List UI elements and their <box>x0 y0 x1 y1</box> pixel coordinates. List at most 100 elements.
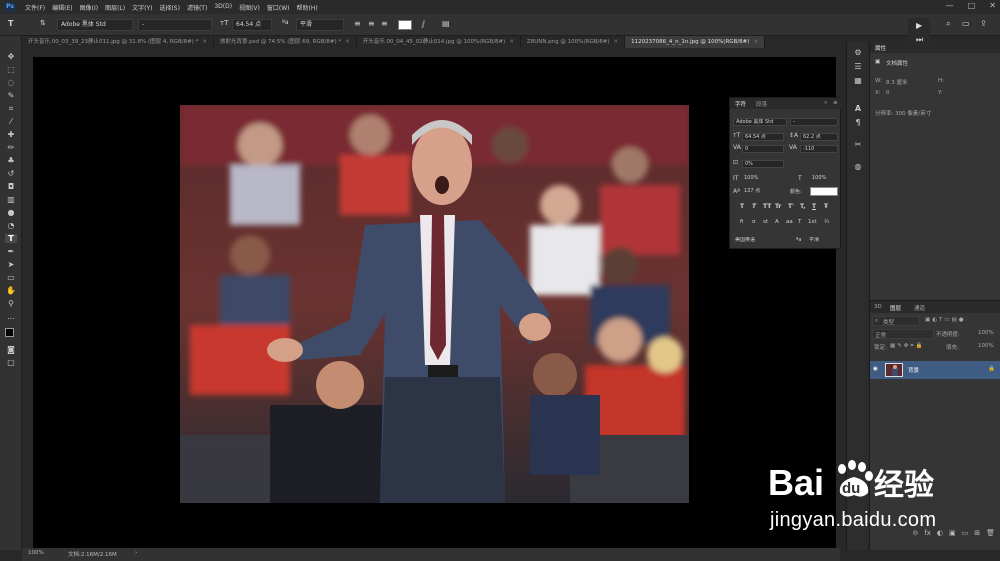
char-leading-select[interactable]: 62.2 点 <box>800 133 838 141</box>
properties-title[interactable]: 属性 <box>875 44 886 52</box>
x-value[interactable]: 0 <box>886 90 890 96</box>
share-icon[interactable]: ⇪ <box>980 19 987 28</box>
clone-stamp-tool-icon[interactable]: ♣ <box>5 156 17 165</box>
char-tsume-select[interactable]: 0% <box>742 160 784 168</box>
zoom-level[interactable]: 100% <box>28 550 44 556</box>
lock-icons[interactable]: ▦✎✥⌗🔒 <box>890 343 924 350</box>
char-font-size-select[interactable]: 64.54 点 <box>742 133 784 141</box>
document-tab[interactable]: Z8UNN.png @ 100%(RGB/8#) ✕ <box>521 36 626 48</box>
tab-3d[interactable]: 3D <box>874 304 882 310</box>
font-style-select[interactable]: - <box>138 19 212 31</box>
new-group-icon[interactable]: ▭ <box>962 529 969 543</box>
healing-brush-tool-icon[interactable]: ✚ <box>5 130 17 139</box>
close-button[interactable]: ✕ <box>989 1 996 10</box>
char-vscale-field[interactable]: 100% <box>742 175 772 183</box>
oldstyle-button[interactable]: σ <box>752 219 756 225</box>
collapse-icon[interactable]: » <box>824 100 827 106</box>
menu-file[interactable]: 文件(F) <box>25 3 45 12</box>
char-antialias-select[interactable]: 平滑 <box>807 237 838 245</box>
menu-layer[interactable]: 图层(L) <box>105 3 125 12</box>
warp-text-icon[interactable]: ⅉ <box>422 19 425 28</box>
status-arrow-icon[interactable]: › <box>135 550 137 556</box>
tab-paragraph[interactable]: 段落 <box>756 100 767 108</box>
layer-filter-icons[interactable]: ▣◐T▭▤● <box>925 317 966 323</box>
blend-mode-select[interactable]: 正常 <box>872 329 934 339</box>
char-kerning-select[interactable]: 0 <box>742 145 784 153</box>
layer-name[interactable]: 背景 <box>908 366 919 374</box>
delete-layer-icon[interactable]: 🗑 <box>986 529 995 543</box>
tab-character[interactable]: 字符 <box>735 100 746 108</box>
dodge-tool-icon[interactable]: ◔ <box>5 221 17 230</box>
font-size-select[interactable]: 64.54 点 <box>232 19 272 31</box>
new-layer-icon[interactable]: ⊞ <box>974 529 980 543</box>
menu-filter[interactable]: 滤镜(T) <box>187 3 207 12</box>
doc-size[interactable]: 文档:2.16M/2.16M <box>68 550 117 558</box>
width-value[interactable]: 8.3 厘米 <box>886 78 908 86</box>
menu-image[interactable]: 图像(I) <box>80 3 98 12</box>
marquee-tool-icon[interactable]: ⬚ <box>5 65 17 74</box>
antialias-select[interactable]: 平滑 <box>296 19 344 31</box>
text-color-swatch[interactable] <box>398 20 412 30</box>
maximize-button[interactable]: □ <box>968 1 976 10</box>
text-orientation-icon[interactable]: ⇅ <box>40 19 46 27</box>
eraser-tool-icon[interactable]: ◘ <box>5 182 17 191</box>
align-right-icon[interactable]: ≡ <box>381 19 388 28</box>
layer-mask-icon[interactable]: ▣ <box>949 529 956 543</box>
swash-button[interactable]: A <box>775 219 779 225</box>
stylistic-button[interactable]: aa <box>786 219 793 225</box>
type-tool-icon[interactable]: T <box>5 234 17 243</box>
superscript-button[interactable]: T' <box>788 203 794 210</box>
char-tracking-select[interactable]: -110 <box>800 145 838 153</box>
menu-type[interactable]: 文字(Y) <box>132 3 152 12</box>
menu-select[interactable]: 选择(S) <box>159 3 180 12</box>
history-panel-icon[interactable]: ⚙ <box>852 48 864 58</box>
panel-menu-icon[interactable]: ≡ <box>833 100 838 106</box>
history-brush-tool-icon[interactable]: ↺ <box>5 169 17 178</box>
fraction-button[interactable]: ½ <box>824 219 829 225</box>
quick-select-tool-icon[interactable]: ✎ <box>5 91 17 100</box>
screen-mode-icon[interactable]: ▢ <box>5 358 17 367</box>
fill-value[interactable]: 100% <box>978 343 994 349</box>
underline-button[interactable]: T <box>812 203 816 210</box>
visibility-eye-icon[interactable]: ◉ <box>873 366 878 372</box>
font-family-select[interactable]: Adobe 黑体 Std <box>57 19 133 31</box>
lasso-tool-icon[interactable]: ◌ <box>5 78 17 87</box>
disc-lig-button[interactable]: st <box>763 219 768 225</box>
char-baseline-field[interactable]: 137 点 <box>742 188 772 196</box>
faux-bold-button[interactable]: T <box>740 203 744 210</box>
layer-row-background[interactable]: ◉ 背景 🔒 <box>870 361 1000 379</box>
opacity-value[interactable]: 100% <box>978 330 994 336</box>
document-tab[interactable]: 开头音乐.00_03_39_23静止011.jpg @ 31.8% (图层 4,… <box>22 36 214 48</box>
align-left-icon[interactable]: ≡ <box>354 19 361 28</box>
char-font-style-select[interactable]: - <box>790 118 838 126</box>
hand-tool-icon[interactable]: ✋ <box>5 286 17 295</box>
more-tools-icon[interactable]: … <box>5 312 17 321</box>
all-caps-button[interactable]: TT <box>763 203 771 210</box>
move-tool-icon[interactable]: ✥ <box>5 52 17 61</box>
type-tool-preset-icon[interactable]: T <box>8 19 13 28</box>
character-panel-icon[interactable]: A <box>852 104 864 114</box>
minimize-button[interactable]: — <box>946 1 954 10</box>
char-color-swatch[interactable] <box>810 187 838 196</box>
menu-edit[interactable]: 编辑(E) <box>52 3 72 12</box>
properties-panel-icon[interactable]: ▦ <box>852 76 864 86</box>
menu-3d[interactable]: 3D(D) <box>214 3 232 12</box>
blur-tool-icon[interactable]: ● <box>5 208 17 217</box>
foreground-color-swatch[interactable] <box>5 328 14 337</box>
shape-tool-icon[interactable]: ▭ <box>5 273 17 282</box>
eyedropper-tool-icon[interactable]: ⁄ <box>5 117 17 126</box>
strikethrough-button[interactable]: Ŧ <box>824 203 828 210</box>
document-tab-active[interactable]: 1120237086_4_n_1n.jpg @ 100%(RGB/8#) ✕ <box>625 36 766 48</box>
path-select-tool-icon[interactable]: ➤ <box>5 260 17 269</box>
crop-tool-icon[interactable]: ⌗ <box>5 104 17 113</box>
tab-layers[interactable]: 图层 <box>890 304 901 312</box>
swatches-icon[interactable]: ◍ <box>852 162 864 172</box>
char-font-family-select[interactable]: Adobe 黑体 Std <box>733 118 787 126</box>
pen-tool-icon[interactable]: ✒ <box>5 247 17 256</box>
menu-help[interactable]: 帮助(H) <box>297 3 318 12</box>
menu-view[interactable]: 视图(V) <box>239 3 260 12</box>
zoom-tool-icon[interactable]: ⚲ <box>5 299 17 308</box>
char-panel-toggle-icon[interactable]: ▤ <box>442 19 450 28</box>
document-tab[interactable]: 放射光背景.psd @ 74.5% (图层 69, RGB/8#) * ✕ <box>214 36 357 48</box>
ligature-button[interactable]: fi <box>740 219 743 225</box>
